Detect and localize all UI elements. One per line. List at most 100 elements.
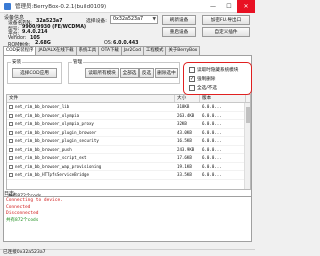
file-name: net_rim_bb_browser_olympia_proxy	[15, 121, 94, 126]
custom-plugin-button[interactable]: 自定义插件	[202, 27, 250, 37]
toggle-all-checkbox[interactable]	[189, 85, 195, 91]
row-checkbox[interactable]	[9, 105, 13, 109]
install-group-title: 安装	[11, 59, 23, 65]
file-cell: net_rim_bb_browser_lib	[7, 103, 175, 111]
column-header-version[interactable]: 版本	[200, 95, 246, 102]
table-row[interactable]: net_rim_bb_browser_plugin_security 16.5KB…	[7, 137, 250, 146]
file-cell: net_rim_bb_browser_olympia	[7, 112, 175, 120]
version-cell: 6.0.0...	[202, 104, 222, 109]
delete-selected-button[interactable]: 删除选中	[155, 68, 178, 78]
window-controls: — ☐ ✕	[205, 0, 255, 13]
file-cell: net_rim_bb_browser_plugin_security	[7, 137, 175, 145]
row-checkbox[interactable]	[9, 113, 13, 118]
row-checkbox[interactable]	[9, 122, 13, 126]
row-checkbox[interactable]	[9, 173, 13, 177]
close-button[interactable]: ✕	[237, 0, 255, 13]
app-icon	[4, 2, 11, 10]
force-delete-checkbox[interactable]	[189, 76, 195, 82]
row-checkbox[interactable]	[9, 156, 13, 160]
title-bar: 管理员:BerryBox-0.2.1(build0109) — ☐ ✕	[0, 0, 255, 13]
tab-about[interactable]: 关于BerryBox	[165, 46, 201, 55]
version-cell: 6.0.0...	[202, 129, 222, 135]
table-row[interactable]: net_rim_bb_browser_olympia 263.4KB 6.0.0..…	[7, 112, 250, 120]
force-delete-label: 强制删除	[197, 77, 216, 82]
row-checkbox[interactable]	[9, 147, 13, 152]
toggle-all-label: 全选/不选	[197, 86, 217, 91]
row-checkbox[interactable]	[9, 164, 13, 169]
column-header-file[interactable]: 文件	[7, 95, 175, 102]
table-row[interactable]: net_rim_bb_browser_lib 318KB 6.0.0...	[7, 103, 250, 112]
size-cell: 318KB	[177, 104, 190, 109]
version-cell: 6.0.0...	[202, 121, 222, 126]
version-cell: 6.0.0...	[202, 112, 222, 118]
version-cell: 6.0.0...	[202, 155, 222, 160]
file-name: net_rim_bb_browser_wap_provisioning	[15, 163, 102, 169]
file-name: net_rim_bb_browser_plugin_security	[15, 138, 99, 143]
file-cell: net_rim_bb_HTTpfsServiceBridge	[7, 171, 175, 179]
file-cell: net_rim_bb_browser_push	[7, 146, 175, 154]
install-group: 安装 选择COD应用	[7, 59, 62, 84]
encrypt-export-button[interactable]: 加密FU.导出口	[202, 15, 250, 25]
log-line: 共有872个cods	[6, 217, 39, 223]
table-header: 文件 大小 版本	[7, 95, 250, 103]
option-hide-system-modules[interactable]: 读取时隐藏系统模块	[189, 67, 238, 73]
device-select[interactable]: 0x32a523a7 ▼	[110, 15, 158, 24]
file-cell: net_rim_bb_browser_script_ext	[7, 154, 175, 162]
file-name: net_rim_bb_browser_push	[15, 146, 72, 152]
module-table: 文件 大小 版本 net_rim_bb_browser_lib 318KB 6.0.…	[6, 94, 251, 190]
hide-system-label: 读取时隐藏系统模块	[197, 68, 239, 73]
maximize-button[interactable]: ☐	[221, 0, 237, 13]
size-cell: 263.4KB	[177, 112, 195, 118]
log-box[interactable]: Connecting to device. Connected Disconne…	[3, 196, 252, 242]
device-select-value: 0x32a523a7	[113, 17, 144, 22]
minimize-button[interactable]: —	[205, 0, 221, 13]
table-row[interactable]: net_rim_bb_browser_wap_provisioning 19.1K…	[7, 163, 250, 171]
option-force-delete[interactable]: 强制删除	[189, 76, 215, 82]
table-body: net_rim_bb_browser_lib 318KB 6.0.0... net_r…	[7, 103, 250, 180]
row-checkbox[interactable]	[9, 139, 13, 143]
tab-jar2cod[interactable]: Jar2Cod	[120, 46, 144, 55]
hide-system-checkbox[interactable]	[189, 67, 195, 73]
file-name: net_rim_bb_browser_script_ext	[15, 155, 87, 160]
column-header-size[interactable]: 大小	[175, 95, 200, 102]
tab-jad-download[interactable]: JAD/ALX在线下载	[35, 46, 77, 55]
select-all-button[interactable]: 全部选	[120, 68, 139, 78]
file-name: net_rim_bb_browser_plugin_browser	[15, 129, 97, 135]
file-cell: net_rim_bb_browser_plugin_browser	[7, 129, 175, 137]
tab-ota-download[interactable]: OTA下载	[98, 46, 122, 55]
file-cell: net_rim_bb_browser_olympia_proxy	[7, 120, 175, 128]
choose-cod-button[interactable]: 选择COD应用	[12, 68, 57, 78]
size-cell: 33.5KB	[177, 172, 192, 177]
table-row[interactable]: net_rim_bb_browser_script_ext 17.6KB 6.0.0…	[7, 154, 250, 163]
size-cell: 243.9KB	[177, 146, 195, 152]
table-row[interactable]: net_rim_bb_browser_olympia_proxy 32KB 6.0.…	[7, 120, 250, 129]
table-row[interactable]: net_rim_bb_browser_push 243.9KB 6.0.0...	[7, 146, 250, 154]
chevron-down-icon: ▼	[152, 17, 156, 22]
manage-group-title: 管理	[72, 59, 84, 65]
reboot-device-button[interactable]: 重启设备	[162, 27, 196, 37]
size-cell: 32KB	[177, 121, 187, 126]
app-window: 管理员:BerryBox-0.2.1(build0109) — ☐ ✕ 设备信息…	[0, 0, 255, 256]
scrollbar-thumb[interactable]	[246, 107, 250, 123]
status-bar: 已连接0x32a523a7	[0, 249, 255, 256]
vendor-label: Vendor:	[8, 35, 27, 41]
platform-value: 9.4.0.214	[22, 30, 48, 35]
table-row[interactable]: net_rim_bb_HTTpfsServiceBridge 33.5KB 6.0.…	[7, 171, 250, 180]
select-device-label: 选择设备:	[86, 19, 107, 24]
tab-engineering-mode[interactable]: 工程模式	[142, 46, 167, 55]
row-checkbox[interactable]	[9, 130, 13, 135]
refresh-device-button[interactable]: 刷新设备	[162, 15, 196, 25]
version-cell: 6.0.0...	[202, 172, 222, 177]
option-toggle-all[interactable]: 全选/不选	[189, 85, 217, 91]
table-scrollbar[interactable]	[244, 103, 250, 189]
tab-bar: COD安装程序 JAD/ALX在线下载 系统工具 OTA下载 Jar2Cod 工…	[3, 46, 201, 56]
manage-group: 管理 读取所有模块 全部选 反选 删除选中	[68, 59, 180, 84]
file-name: net_rim_bb_browser_lib	[15, 104, 70, 109]
table-row[interactable]: net_rim_bb_browser_plugin_browser 43.0KB 6…	[7, 129, 250, 137]
vendor-value: 105	[30, 35, 41, 41]
read-all-modules-button[interactable]: 读取所有模块	[85, 68, 119, 78]
version-cell: 6.0.0...	[202, 138, 222, 143]
invert-selection-button[interactable]: 反选	[139, 68, 154, 78]
tab-system-tools[interactable]: 系统工具	[75, 46, 100, 55]
file-name: net_rim_bb_browser_olympia	[15, 112, 80, 118]
